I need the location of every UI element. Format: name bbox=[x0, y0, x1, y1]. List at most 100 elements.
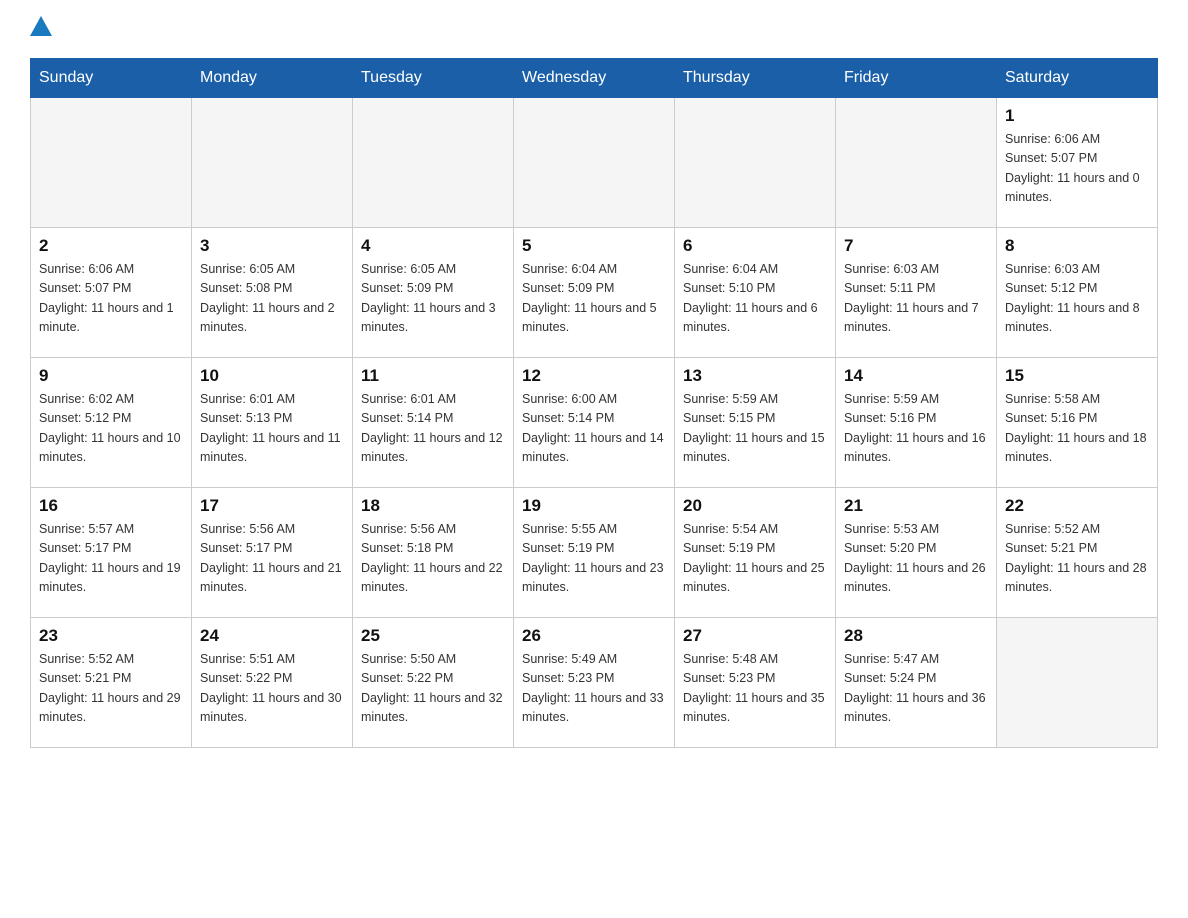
day-number: 5 bbox=[522, 236, 666, 256]
weekday-header-row: SundayMondayTuesdayWednesdayThursdayFrid… bbox=[31, 59, 1158, 98]
day-number: 16 bbox=[39, 496, 183, 516]
day-number: 28 bbox=[844, 626, 988, 646]
day-info: Sunrise: 5:50 AMSunset: 5:22 PMDaylight:… bbox=[361, 650, 505, 728]
logo bbox=[30, 20, 58, 40]
calendar-cell: 15 Sunrise: 5:58 AMSunset: 5:16 PMDayligh… bbox=[997, 358, 1158, 488]
calendar-cell: 25 Sunrise: 5:50 AMSunset: 5:22 PMDayligh… bbox=[353, 618, 514, 748]
day-number: 10 bbox=[200, 366, 344, 386]
day-number: 27 bbox=[683, 626, 827, 646]
calendar-week-row: 2 Sunrise: 6:06 AMSunset: 5:07 PMDaylight… bbox=[31, 228, 1158, 358]
calendar-cell: 4 Sunrise: 6:05 AMSunset: 5:09 PMDaylight… bbox=[353, 228, 514, 358]
calendar-cell: 16 Sunrise: 5:57 AMSunset: 5:17 PMDayligh… bbox=[31, 488, 192, 618]
calendar-cell: 24 Sunrise: 5:51 AMSunset: 5:22 PMDayligh… bbox=[192, 618, 353, 748]
day-number: 7 bbox=[844, 236, 988, 256]
day-info: Sunrise: 5:57 AMSunset: 5:17 PMDaylight:… bbox=[39, 520, 183, 598]
calendar-cell bbox=[514, 98, 675, 228]
calendar-cell: 13 Sunrise: 5:59 AMSunset: 5:15 PMDayligh… bbox=[675, 358, 836, 488]
day-info: Sunrise: 5:48 AMSunset: 5:23 PMDaylight:… bbox=[683, 650, 827, 728]
day-number: 17 bbox=[200, 496, 344, 516]
calendar-cell: 7 Sunrise: 6:03 AMSunset: 5:11 PMDaylight… bbox=[836, 228, 997, 358]
weekday-header: Monday bbox=[192, 59, 353, 98]
logo-triangle-icon bbox=[30, 16, 52, 36]
day-info: Sunrise: 5:54 AMSunset: 5:19 PMDaylight:… bbox=[683, 520, 827, 598]
day-info: Sunrise: 6:05 AMSunset: 5:08 PMDaylight:… bbox=[200, 260, 344, 338]
calendar-table: SundayMondayTuesdayWednesdayThursdayFrid… bbox=[30, 58, 1158, 748]
weekday-header: Tuesday bbox=[353, 59, 514, 98]
calendar-cell: 27 Sunrise: 5:48 AMSunset: 5:23 PMDayligh… bbox=[675, 618, 836, 748]
calendar-cell: 17 Sunrise: 5:56 AMSunset: 5:17 PMDayligh… bbox=[192, 488, 353, 618]
day-info: Sunrise: 5:49 AMSunset: 5:23 PMDaylight:… bbox=[522, 650, 666, 728]
day-info: Sunrise: 5:56 AMSunset: 5:18 PMDaylight:… bbox=[361, 520, 505, 598]
calendar-cell: 20 Sunrise: 5:54 AMSunset: 5:19 PMDayligh… bbox=[675, 488, 836, 618]
day-info: Sunrise: 6:04 AMSunset: 5:09 PMDaylight:… bbox=[522, 260, 666, 338]
calendar-cell: 22 Sunrise: 5:52 AMSunset: 5:21 PMDayligh… bbox=[997, 488, 1158, 618]
day-number: 24 bbox=[200, 626, 344, 646]
calendar-cell: 5 Sunrise: 6:04 AMSunset: 5:09 PMDaylight… bbox=[514, 228, 675, 358]
weekday-header: Wednesday bbox=[514, 59, 675, 98]
calendar-cell: 18 Sunrise: 5:56 AMSunset: 5:18 PMDayligh… bbox=[353, 488, 514, 618]
day-info: Sunrise: 6:04 AMSunset: 5:10 PMDaylight:… bbox=[683, 260, 827, 338]
day-info: Sunrise: 5:59 AMSunset: 5:15 PMDaylight:… bbox=[683, 390, 827, 468]
day-number: 1 bbox=[1005, 106, 1149, 126]
day-number: 13 bbox=[683, 366, 827, 386]
day-number: 22 bbox=[1005, 496, 1149, 516]
calendar-cell: 1 Sunrise: 6:06 AMSunset: 5:07 PMDaylight… bbox=[997, 98, 1158, 228]
day-info: Sunrise: 5:53 AMSunset: 5:20 PMDaylight:… bbox=[844, 520, 988, 598]
calendar-cell bbox=[997, 618, 1158, 748]
calendar-cell: 9 Sunrise: 6:02 AMSunset: 5:12 PMDaylight… bbox=[31, 358, 192, 488]
calendar-cell: 23 Sunrise: 5:52 AMSunset: 5:21 PMDayligh… bbox=[31, 618, 192, 748]
day-number: 21 bbox=[844, 496, 988, 516]
calendar-cell: 8Sunrise: 6:03 AMSunset: 5:12 PMDaylight… bbox=[997, 228, 1158, 358]
day-info: Sunrise: 6:03 AMSunset: 5:11 PMDaylight:… bbox=[844, 260, 988, 338]
weekday-header: Saturday bbox=[997, 59, 1158, 98]
calendar-cell: 2 Sunrise: 6:06 AMSunset: 5:07 PMDaylight… bbox=[31, 228, 192, 358]
day-info: Sunrise: 6:05 AMSunset: 5:09 PMDaylight:… bbox=[361, 260, 505, 338]
day-number: 20 bbox=[683, 496, 827, 516]
day-number: 8 bbox=[1005, 236, 1149, 256]
calendar-cell: 6 Sunrise: 6:04 AMSunset: 5:10 PMDaylight… bbox=[675, 228, 836, 358]
calendar-cell bbox=[192, 98, 353, 228]
weekday-header: Thursday bbox=[675, 59, 836, 98]
day-number: 4 bbox=[361, 236, 505, 256]
day-number: 26 bbox=[522, 626, 666, 646]
day-info: Sunrise: 5:47 AMSunset: 5:24 PMDaylight:… bbox=[844, 650, 988, 728]
day-info: Sunrise: 6:01 AMSunset: 5:13 PMDaylight:… bbox=[200, 390, 344, 468]
calendar-cell: 11 Sunrise: 6:01 AMSunset: 5:14 PMDayligh… bbox=[353, 358, 514, 488]
day-number: 18 bbox=[361, 496, 505, 516]
day-number: 25 bbox=[361, 626, 505, 646]
day-number: 3 bbox=[200, 236, 344, 256]
calendar-cell: 28 Sunrise: 5:47 AMSunset: 5:24 PMDayligh… bbox=[836, 618, 997, 748]
day-info: Sunrise: 5:58 AMSunset: 5:16 PMDaylight:… bbox=[1005, 390, 1149, 468]
calendar-cell bbox=[836, 98, 997, 228]
day-info: Sunrise: 5:51 AMSunset: 5:22 PMDaylight:… bbox=[200, 650, 344, 728]
day-number: 15 bbox=[1005, 366, 1149, 386]
day-info: Sunrise: 5:55 AMSunset: 5:19 PMDaylight:… bbox=[522, 520, 666, 598]
day-info: Sunrise: 5:56 AMSunset: 5:17 PMDaylight:… bbox=[200, 520, 344, 598]
calendar-week-row: 1 Sunrise: 6:06 AMSunset: 5:07 PMDaylight… bbox=[31, 98, 1158, 228]
day-info: Sunrise: 5:52 AMSunset: 5:21 PMDaylight:… bbox=[39, 650, 183, 728]
calendar-week-row: 23 Sunrise: 5:52 AMSunset: 5:21 PMDayligh… bbox=[31, 618, 1158, 748]
day-number: 14 bbox=[844, 366, 988, 386]
calendar-cell: 26 Sunrise: 5:49 AMSunset: 5:23 PMDayligh… bbox=[514, 618, 675, 748]
day-info: Sunrise: 6:01 AMSunset: 5:14 PMDaylight:… bbox=[361, 390, 505, 468]
day-info: Sunrise: 6:06 AMSunset: 5:07 PMDaylight:… bbox=[1005, 130, 1149, 208]
calendar-cell bbox=[675, 98, 836, 228]
calendar-cell bbox=[31, 98, 192, 228]
day-number: 23 bbox=[39, 626, 183, 646]
calendar-cell: 21 Sunrise: 5:53 AMSunset: 5:20 PMDayligh… bbox=[836, 488, 997, 618]
day-number: 9 bbox=[39, 366, 183, 386]
day-info: Sunrise: 5:52 AMSunset: 5:21 PMDaylight:… bbox=[1005, 520, 1149, 598]
day-info: Sunrise: 6:06 AMSunset: 5:07 PMDaylight:… bbox=[39, 260, 183, 338]
day-number: 11 bbox=[361, 366, 505, 386]
day-number: 2 bbox=[39, 236, 183, 256]
calendar-cell: 14 Sunrise: 5:59 AMSunset: 5:16 PMDayligh… bbox=[836, 358, 997, 488]
day-number: 6 bbox=[683, 236, 827, 256]
weekday-header: Sunday bbox=[31, 59, 192, 98]
day-info: Sunrise: 5:59 AMSunset: 5:16 PMDaylight:… bbox=[844, 390, 988, 468]
weekday-header: Friday bbox=[836, 59, 997, 98]
day-info: Sunrise: 6:02 AMSunset: 5:12 PMDaylight:… bbox=[39, 390, 183, 468]
calendar-cell: 3 Sunrise: 6:05 AMSunset: 5:08 PMDaylight… bbox=[192, 228, 353, 358]
day-number: 12 bbox=[522, 366, 666, 386]
calendar-cell: 19Sunrise: 5:55 AMSunset: 5:19 PMDayligh… bbox=[514, 488, 675, 618]
day-info: Sunrise: 6:00 AMSunset: 5:14 PMDaylight:… bbox=[522, 390, 666, 468]
